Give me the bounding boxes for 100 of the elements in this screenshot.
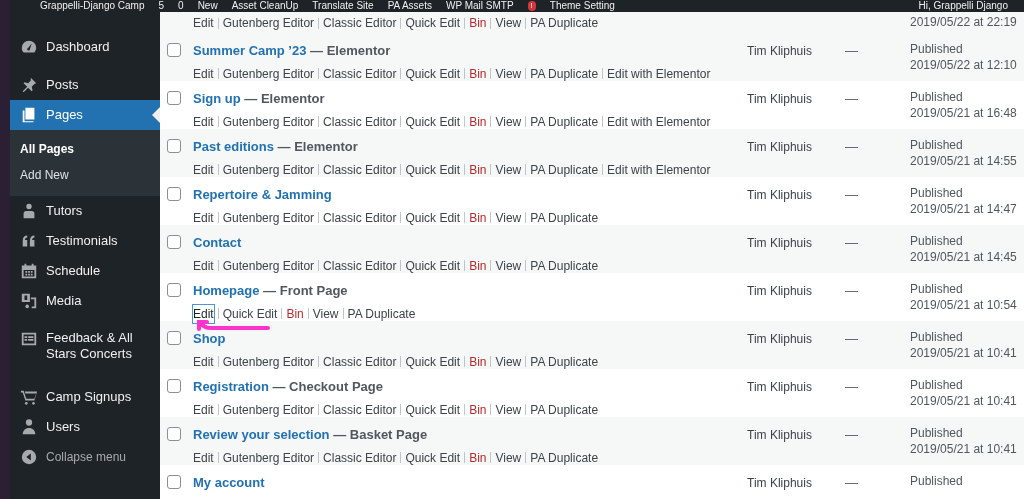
author-link[interactable]: Tim Kliphuis bbox=[747, 188, 812, 202]
updates-count[interactable]: 5 bbox=[158, 0, 165, 12]
author-link[interactable]: Tim Kliphuis bbox=[747, 332, 812, 346]
author-link[interactable]: Tim Kliphuis bbox=[747, 140, 812, 154]
row-action-link[interactable]: View bbox=[495, 14, 522, 32]
row-action-link[interactable]: Gutenberg Editor bbox=[222, 208, 315, 227]
author-link[interactable]: Tim Kliphuis bbox=[747, 92, 812, 106]
row-action-link[interactable]: PA Duplicate bbox=[530, 160, 599, 179]
row-action-link[interactable]: PA Duplicate bbox=[530, 352, 599, 371]
bin-link[interactable]: Bin bbox=[469, 256, 487, 275]
author-link[interactable]: Tim Kliphuis bbox=[747, 380, 812, 394]
row-action-link[interactable]: PA Duplicate bbox=[530, 256, 599, 275]
row-action-link[interactable]: Quick Edit bbox=[405, 112, 461, 131]
row-action-link[interactable]: PA Duplicate bbox=[530, 208, 599, 227]
row-checkbox[interactable] bbox=[167, 139, 181, 153]
toolbar-link[interactable]: Translate Site bbox=[312, 0, 374, 12]
bin-link[interactable]: Bin bbox=[469, 352, 487, 371]
row-action-link[interactable]: View bbox=[495, 112, 522, 131]
row-action-link[interactable]: View bbox=[495, 256, 522, 275]
row-action-link[interactable]: View bbox=[312, 304, 339, 323]
author-link[interactable]: Tim Kliphuis bbox=[747, 284, 812, 298]
row-action-link[interactable]: Gutenberg Editor bbox=[222, 256, 315, 275]
row-action-link[interactable]: Quick Edit bbox=[405, 448, 461, 467]
menu-item[interactable]: Media bbox=[10, 286, 160, 316]
row-action-link[interactable]: Gutenberg Editor bbox=[222, 448, 315, 467]
row-checkbox[interactable] bbox=[167, 475, 181, 489]
row-action-link[interactable]: Edit bbox=[193, 304, 214, 323]
row-action-link[interactable]: Quick Edit bbox=[405, 400, 461, 419]
row-action-link[interactable]: View bbox=[495, 160, 522, 179]
author-link[interactable]: Tim Kliphuis bbox=[747, 236, 812, 250]
row-action-link[interactable]: Quick Edit bbox=[405, 208, 461, 227]
row-action-link[interactable]: Quick Edit bbox=[405, 14, 461, 32]
row-action-link[interactable]: Classic Editor bbox=[323, 448, 397, 467]
row-action-link[interactable]: PA Duplicate bbox=[530, 400, 599, 419]
author-link[interactable]: Tim Kliphuis bbox=[747, 44, 812, 58]
account-greeting[interactable]: Hi, Grappelli Django bbox=[918, 0, 1008, 12]
menu-item[interactable]: Posts bbox=[10, 70, 160, 100]
row-checkbox[interactable] bbox=[167, 91, 181, 105]
bin-link[interactable]: Bin bbox=[469, 208, 487, 227]
row-action-link[interactable]: Gutenberg Editor bbox=[222, 352, 315, 371]
page-title-link[interactable]: Registration bbox=[193, 379, 269, 394]
page-title-link[interactable]: Contact bbox=[193, 235, 242, 250]
row-checkbox[interactable] bbox=[167, 427, 181, 441]
row-action-link[interactable]: Classic Editor bbox=[323, 400, 397, 419]
row-action-link[interactable]: Edit with Elementor bbox=[607, 160, 711, 179]
bin-link[interactable]: Bin bbox=[469, 112, 487, 131]
row-action-link[interactable]: Gutenberg Editor bbox=[222, 160, 315, 179]
page-title-link[interactable]: Sign up bbox=[193, 91, 241, 106]
row-action-link[interactable]: PA Duplicate bbox=[530, 64, 599, 83]
bin-link[interactable]: Bin bbox=[469, 400, 487, 419]
row-action-link[interactable]: Gutenberg Editor bbox=[222, 400, 315, 419]
row-action-link[interactable]: Classic Editor bbox=[323, 256, 397, 275]
row-action-link[interactable]: Edit bbox=[193, 448, 214, 467]
row-action-link[interactable]: Classic Editor bbox=[323, 160, 397, 179]
toolbar-link[interactable]: WP Mail SMTP bbox=[445, 0, 514, 12]
row-action-link[interactable]: Quick Edit bbox=[405, 160, 461, 179]
bin-link[interactable]: Bin bbox=[286, 304, 304, 323]
menu-item[interactable]: Testimonials bbox=[10, 226, 160, 256]
page-title-link[interactable]: Shop bbox=[193, 331, 226, 346]
submenu-item[interactable]: All Pages bbox=[10, 136, 160, 162]
new-link[interactable]: New bbox=[197, 0, 218, 12]
row-action-link[interactable]: View bbox=[495, 400, 522, 419]
row-checkbox[interactable] bbox=[167, 187, 181, 201]
row-checkbox[interactable] bbox=[167, 379, 181, 393]
row-action-link[interactable]: Quick Edit bbox=[405, 352, 461, 371]
row-action-link[interactable]: View bbox=[495, 64, 522, 83]
menu-item[interactable]: Feedback & All Stars Concerts bbox=[10, 324, 160, 368]
row-action-link[interactable]: View bbox=[495, 448, 522, 467]
row-action-link[interactable]: PA Duplicate bbox=[530, 14, 599, 32]
row-checkbox[interactable] bbox=[167, 43, 181, 57]
toolbar-link[interactable]: Theme Setting bbox=[549, 0, 615, 12]
row-action-link[interactable]: Classic Editor bbox=[323, 112, 397, 131]
row-action-link[interactable]: Quick Edit bbox=[222, 304, 278, 323]
row-checkbox[interactable] bbox=[167, 235, 181, 249]
row-action-link[interactable]: Edit bbox=[193, 64, 214, 83]
page-title-link[interactable]: Summer Camp ’23 bbox=[193, 43, 307, 58]
bin-link[interactable]: Bin bbox=[469, 160, 487, 179]
row-action-link[interactable]: Gutenberg Editor bbox=[222, 14, 315, 32]
row-action-link[interactable]: PA Duplicate bbox=[347, 304, 416, 323]
row-action-link[interactable]: Quick Edit bbox=[405, 256, 461, 275]
row-action-link[interactable]: Classic Editor bbox=[323, 14, 397, 32]
toolbar-link[interactable]: Asset CleanUp bbox=[231, 0, 299, 12]
row-action-link[interactable]: Gutenberg Editor bbox=[222, 112, 315, 131]
menu-item[interactable]: Pages bbox=[10, 100, 160, 130]
row-action-link[interactable]: Edit bbox=[193, 400, 214, 419]
row-action-link[interactable]: View bbox=[495, 352, 522, 371]
menu-item[interactable]: Tutors bbox=[10, 196, 160, 226]
row-action-link[interactable]: Edit bbox=[193, 352, 214, 371]
collapse-menu-button[interactable]: Collapse menu bbox=[10, 442, 160, 472]
row-action-link[interactable]: Edit with Elementor bbox=[607, 112, 711, 131]
row-action-link[interactable]: Edit with Elementor bbox=[607, 64, 711, 83]
author-link[interactable]: Tim Kliphuis bbox=[747, 476, 812, 490]
row-action-link[interactable]: Classic Editor bbox=[323, 64, 397, 83]
row-action-link[interactable]: Classic Editor bbox=[323, 208, 397, 227]
row-checkbox[interactable] bbox=[167, 331, 181, 345]
row-action-link[interactable]: Classic Editor bbox=[323, 352, 397, 371]
menu-item[interactable]: Schedule bbox=[10, 256, 160, 286]
row-action-link[interactable]: PA Duplicate bbox=[530, 112, 599, 131]
toolbar-link[interactable]: PA Assets bbox=[387, 0, 432, 12]
menu-item[interactable]: Users bbox=[10, 412, 160, 442]
